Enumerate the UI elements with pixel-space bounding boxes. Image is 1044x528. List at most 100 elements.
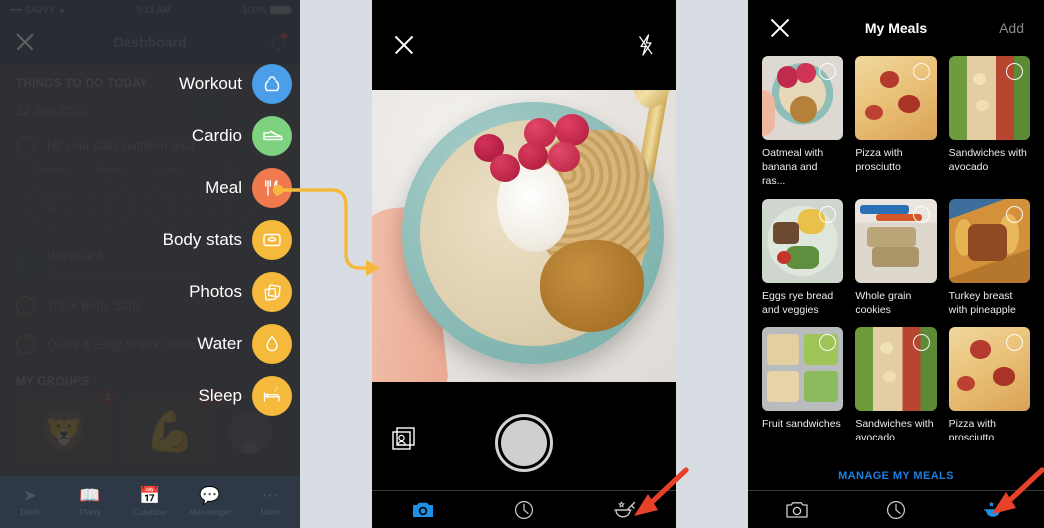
battery-percent-label: 100% xyxy=(242,5,266,15)
todo-label: Track Body Stats xyxy=(47,298,142,313)
tab-label: More xyxy=(260,507,280,517)
sidebar-item-more[interactable]: ⋯ More xyxy=(240,487,300,518)
tab-label: Calendar xyxy=(132,507,168,517)
action-label: Photos xyxy=(189,282,242,301)
tab-camera[interactable] xyxy=(748,500,847,520)
page-title: Dashboard xyxy=(113,34,187,50)
meal-card[interactable]: Oatmeal with banana and ras... xyxy=(762,56,844,189)
macro-protein: Protein 90 g xyxy=(80,165,140,226)
macro-circle: 1200 cal xyxy=(28,182,72,226)
camera-preview xyxy=(372,90,676,382)
clock-icon xyxy=(514,500,533,519)
meal-thumbnail[interactable] xyxy=(762,198,844,283)
status-bar-time: 9:41 AM xyxy=(136,5,171,15)
water-drop-icon[interactable] xyxy=(252,324,292,364)
close-icon[interactable] xyxy=(392,33,416,57)
sidebar-item-dash[interactable]: ➤ Dash xyxy=(0,486,60,518)
camera-icon xyxy=(412,502,433,517)
meal-thumbnail[interactable] xyxy=(948,56,1030,140)
annotation-arrow-meals-bowl-tab xyxy=(992,467,1044,514)
add-meal-button[interactable]: Add xyxy=(999,20,1024,36)
todo-checkbox[interactable] xyxy=(16,136,35,155)
raspberry xyxy=(548,142,580,172)
sneaker-icon[interactable] xyxy=(252,116,292,156)
meal-name: Oatmeal with banana and ras... xyxy=(762,147,824,188)
meal-name: Turkey breast with pineapple xyxy=(948,289,1016,316)
calendar-icon: 📅 xyxy=(139,486,161,505)
photo-gallery-icon[interactable] xyxy=(390,424,420,454)
raspberry xyxy=(555,114,589,146)
action-cardio[interactable]: Cardio xyxy=(163,114,292,158)
dashboard-navbar: Dashboard xyxy=(0,20,300,64)
meal-name: Fruit sandwiches xyxy=(762,417,841,430)
group-card[interactable]: 🦁 1 xyxy=(16,389,118,466)
meal-thumbnail[interactable] xyxy=(855,326,937,411)
tab-label: Dash xyxy=(20,507,40,517)
group-badge: 1 xyxy=(98,389,118,406)
meal-card[interactable]: Whole grain cookies xyxy=(855,198,937,317)
meal-card[interactable]: Eggs rye bread and veggies xyxy=(762,198,844,317)
meal-checkbox[interactable] xyxy=(819,205,837,223)
meal-checkbox[interactable] xyxy=(819,63,837,80)
sidebar-item-calendar[interactable]: 📅 Calendar xyxy=(120,486,180,518)
meal-card[interactable]: Sandwiches with avocado xyxy=(948,56,1030,189)
raspberry xyxy=(490,154,520,182)
todo-checkbox[interactable] xyxy=(16,254,35,274)
meal-thumbnail[interactable] xyxy=(762,56,844,140)
flash-icon[interactable] xyxy=(636,33,656,57)
shutter-button[interactable] xyxy=(495,414,553,472)
meal-thumbnail[interactable] xyxy=(948,198,1030,283)
chat-bubble-icon: 💬 xyxy=(199,486,221,505)
wifi-icon: ◕ xyxy=(59,5,65,15)
meal-card[interactable]: Fruit sandwiches xyxy=(762,326,844,445)
my-meals-phone-panel: My Meals Add Oatmeal with banana and ras… xyxy=(748,0,1044,528)
macro-label: Calories xyxy=(32,165,68,176)
dashboard-tabbar: ➤ Dash 📖 Plans 📅 Calendar 💬 Messenger ⋯ … xyxy=(0,476,300,528)
tab-camera[interactable] xyxy=(372,500,473,520)
clock-icon xyxy=(887,500,905,519)
kettlebell-icon[interactable] xyxy=(252,64,292,104)
screenshot-canvas: ••••• SAVVY ◕ 9:41 AM 100% Dashboard THI… xyxy=(0,0,1044,528)
meal-thumbnail[interactable] xyxy=(855,198,937,283)
todo-label: Workout A xyxy=(47,250,105,264)
bell-icon[interactable] xyxy=(270,33,287,51)
macro-circle: 90 g xyxy=(88,182,132,226)
action-label: Body stats xyxy=(162,230,242,249)
sidebar-item-messenger[interactable]: 💬 Messenger xyxy=(180,486,240,518)
meal-checkbox[interactable] xyxy=(912,63,930,80)
meal-thumbnail[interactable] xyxy=(855,56,937,140)
status-bar: ••••• SAVVY ◕ 9:41 AM 100% xyxy=(0,0,300,20)
action-label: Cardio xyxy=(191,126,242,145)
meal-checkbox[interactable] xyxy=(912,333,930,351)
meal-checkbox[interactable] xyxy=(912,205,930,223)
meal-card[interactable]: Sandwiches with avocado xyxy=(855,326,937,445)
meal-name: Whole grain cookies xyxy=(855,289,912,316)
meal-checkbox[interactable] xyxy=(1006,63,1023,80)
meal-thumbnail[interactable] xyxy=(948,326,1030,411)
meal-checkbox[interactable] xyxy=(1006,333,1023,351)
meal-card[interactable]: Pizza with prosciutto xyxy=(855,56,937,189)
action-sleep[interactable]: Sleep z z xyxy=(163,374,292,418)
bed-sleep-icon[interactable]: z z xyxy=(252,376,292,416)
action-label: Workout xyxy=(179,74,242,93)
meal-card[interactable]: Turkey breast with pineapple xyxy=(948,198,1030,317)
close-icon[interactable] xyxy=(14,31,36,53)
macro-unit: cal xyxy=(44,203,56,213)
sidebar-item-plans[interactable]: 📖 Plans xyxy=(60,487,120,518)
action-label: Water xyxy=(197,334,242,353)
tab-label: Plans xyxy=(79,507,101,517)
action-workout[interactable]: Workout xyxy=(163,62,292,106)
rocket-icon: ➤ xyxy=(22,486,38,505)
meal-name: Eggs rye bread and veggies xyxy=(762,289,834,316)
svg-text:z: z xyxy=(276,386,278,390)
meal-card[interactable]: Pizza with prosciutto xyxy=(948,326,1030,445)
camera-top-bar xyxy=(372,0,676,90)
meal-thumbnail[interactable] xyxy=(762,326,844,411)
meal-checkbox[interactable] xyxy=(1006,205,1023,223)
annotation-arrow-camera-bowl-tab xyxy=(634,467,689,516)
todo-checkbox[interactable] xyxy=(16,335,35,354)
todo-checkbox[interactable] xyxy=(16,296,35,315)
action-water[interactable]: Water xyxy=(163,322,292,366)
tab-history[interactable] xyxy=(847,499,946,521)
tab-history[interactable] xyxy=(473,499,574,521)
